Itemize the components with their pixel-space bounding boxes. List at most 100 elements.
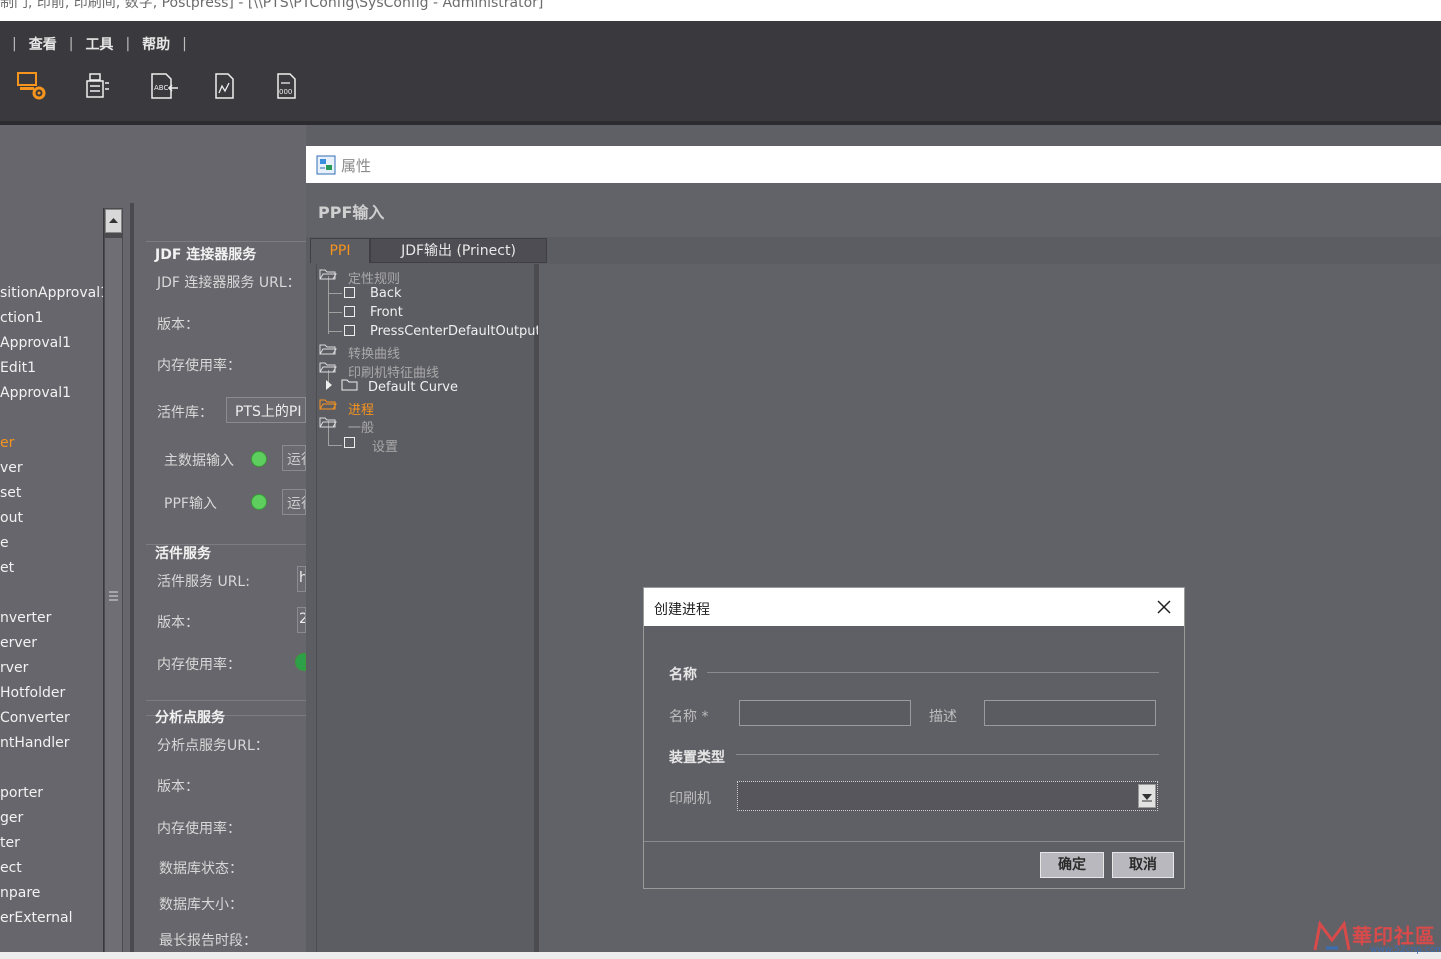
ppf-input-label: PPF输入 [164,496,217,512]
job-version-field: 2 [297,607,306,633]
tree-node-front[interactable]: Front [370,305,403,320]
press-select[interactable] [737,781,1158,811]
ppf-input-run-button[interactable]: 运行 [282,489,306,515]
tree-node-general[interactable]: 一般 [348,417,374,436]
dropdown-button[interactable] [1138,784,1156,808]
device-list-item[interactable]: ntHandler [0,735,70,751]
ppf-input-status-icon [251,494,267,510]
menu: | 查看 | 工具 | 帮助 | [12,34,187,54]
jdf-url-label: JDF 连接器服务 URL： [157,275,301,291]
ok-button[interactable]: 确定 [1040,852,1104,878]
device-list-item[interactable]: Edit1 [0,360,36,376]
description-label: 描述 [929,709,957,725]
tree-node-transfer[interactable]: 转换曲线 [348,343,400,362]
device-list-item[interactable]: ction1 [0,310,43,326]
master-data-status-icon [251,451,267,467]
panel-splitter[interactable] [130,203,134,959]
left-panel: sitionApproval1 ction1 Approval1 Edit1 Appro… [0,125,306,959]
device-list-item[interactable]: ter [0,835,20,851]
section-device-title: 装置类型 [669,750,725,766]
device-list-item[interactable]: ect [0,860,22,876]
svg-text:000: 000 [279,88,292,96]
app-root: 制门, 印前, 印刷间, 数字, Postpress] - [\\PTS\PTC… [0,0,1441,959]
db-status-label: 数据库状态： [159,861,243,877]
device-list-item[interactable]: rver [0,660,28,676]
checkbox-icon[interactable] [344,287,356,299]
tree-node-settings[interactable]: 设置 [372,436,398,455]
name-input[interactable] [739,700,911,726]
master-data-run-button[interactable]: 运行 [282,445,306,471]
menubar: | 查看 | 工具 | 帮助 | ABC 000 [0,21,1441,121]
tree-node-process[interactable]: 进程 [348,399,374,418]
device-list-item[interactable]: ver [0,460,23,476]
jdf-lib-select[interactable]: PTS上的PI [226,397,306,423]
tree-node-press-center[interactable]: PressCenterDefaultOutput [370,324,541,339]
close-icon[interactable] [1156,599,1172,615]
scroll-thumb[interactable] [105,238,122,958]
job-url-field[interactable]: h [297,566,306,592]
checkbox-icon[interactable] [344,306,356,318]
properties-title-bar: 属性 [306,146,1441,183]
analysis-version-label: 版本： [157,779,199,795]
device-list-item[interactable]: set [0,485,21,501]
tab-ppi[interactable]: PPI [310,238,370,263]
master-data-label: 主数据输入 [164,453,234,469]
device-settings-button[interactable] [80,69,114,103]
tree-node-default-curve[interactable]: Default Curve [368,380,458,395]
tree-node-press-curve[interactable]: 印刷机特征曲线 [348,362,439,381]
device-list-item[interactable]: nverter [0,610,51,626]
job-memory-status-icon [295,653,306,671]
chevron-right-icon[interactable] [324,379,334,391]
device-list-item[interactable]: Approval1 [0,385,71,401]
device-list-item[interactable]: erExternal [0,910,72,926]
db-size-label: 数据库大小： [159,897,243,913]
device-list-item[interactable]: erver [0,635,37,651]
watermark-logo: 華印社區 www.52cnp.com [1310,918,1441,956]
menu-help[interactable]: 帮助 [142,34,170,54]
folder-open-icon [319,399,337,410]
device-list-item[interactable]: er [0,435,14,451]
device-list-item[interactable]: sitionApproval1 [0,285,109,301]
device-list-item[interactable]: porter [0,785,43,801]
tab-jdf-output[interactable]: JDF输出 (Prinect) [370,238,547,263]
properties-tree: 定性规则 Back Front PressCenterDefaultOutput… [316,264,541,952]
curve-document-button[interactable] [207,69,241,103]
section-name-title: 名称 [669,667,697,683]
menu-tools[interactable]: 工具 [85,34,113,54]
dialog-title-bar: 创建进程 [644,588,1184,626]
job-url-label: 活件服务 URL: [157,574,250,590]
jdf-service-title: JDF 连接器服务 [155,247,257,263]
device-list-item[interactable]: e [0,535,9,551]
checkbox-icon[interactable] [344,437,356,449]
folder-open-icon [319,344,337,355]
job-memory-label: 内存使用率： [157,657,241,673]
window-title-bar: 制门, 印前, 印刷间, 数字, Postpress] - [\\PTS\PTC… [0,0,1441,21]
description-input[interactable] [984,700,1156,726]
menu-view[interactable]: 查看 [29,34,57,54]
properties-header: PPF输入 [306,183,1441,237]
tree-node-back[interactable]: Back [370,286,402,301]
device-list-item[interactable]: et [0,560,14,576]
press-label: 印刷机 [669,791,711,807]
job-version-label: 版本： [157,615,199,631]
text-input-button[interactable]: ABC [146,69,180,103]
curve-document-icon [215,73,234,99]
tree-node-rules[interactable]: 定性规则 [348,268,400,287]
name-label: 名称 * [669,709,709,725]
server-settings-button[interactable] [14,69,48,103]
arrow-up-icon [109,218,118,223]
scroll-up-button[interactable] [105,209,122,233]
report-period-label: 最长报告时段： [159,933,257,949]
device-list-item[interactable]: Hotfolder [0,685,65,701]
device-list-item[interactable]: Approval1 [0,335,71,351]
device-list-item[interactable]: npare [0,885,40,901]
device-list-scrollbar[interactable] [103,208,123,959]
cancel-button[interactable]: 取消 [1112,852,1174,878]
device-list-item[interactable]: out [0,510,23,526]
number-document-button[interactable]: 000 [270,69,304,103]
analysis-service-title: 分析点服务 [155,710,225,726]
device-list-item[interactable]: Converter [0,710,70,726]
device-list-item[interactable]: ger [0,810,23,826]
logo-icon [1313,920,1351,951]
checkbox-icon[interactable] [344,325,356,337]
